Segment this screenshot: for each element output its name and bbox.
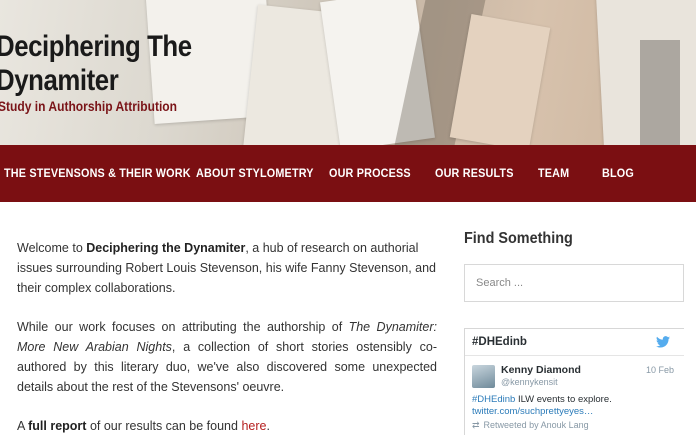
report-paragraph: A full report of our results can be foun… bbox=[17, 416, 437, 435]
report-text: A bbox=[17, 419, 29, 433]
nav-item-process[interactable]: OUR PROCESS bbox=[329, 166, 411, 180]
banner-shadow-2 bbox=[640, 40, 680, 145]
site-title[interactable]: Deciphering The Dynamiter bbox=[0, 30, 254, 98]
nav-item-team[interactable]: TEAM bbox=[538, 166, 569, 180]
tweet-url-link[interactable]: twitter.com/suchprettyeyes… bbox=[472, 406, 593, 417]
site-title-line1: Deciphering The bbox=[0, 30, 192, 63]
retweet-info: ⇄ Retweeted by Anouk Lang bbox=[472, 420, 589, 431]
tweet-text: #DHEdinb ILW events to explore. bbox=[472, 393, 677, 406]
nav-item-stevensons[interactable]: THE STEVENSONS & THEIR WORK bbox=[4, 166, 191, 180]
main-nav: THE STEVENSONS & THEIR WORK ABOUT STYLOM… bbox=[0, 145, 696, 202]
avatar[interactable] bbox=[472, 365, 495, 388]
focus-paragraph: While our work focuses on attributing th… bbox=[17, 317, 437, 397]
nav-item-results[interactable]: OUR RESULTS bbox=[435, 166, 514, 180]
tweet-author-handle[interactable]: @kennykensit bbox=[501, 377, 558, 387]
tweet-hashtag-link[interactable]: #DHEdinb bbox=[472, 394, 515, 405]
find-something-heading: Find Something bbox=[464, 230, 573, 247]
full-report-bold: full report bbox=[28, 419, 87, 433]
header-banner: Deciphering The Dynamiter Study in Autho… bbox=[0, 0, 696, 145]
site-tagline: Study in Authorship Attribution bbox=[0, 98, 178, 114]
site-name-bold: Deciphering the Dynamiter bbox=[86, 241, 246, 255]
report-end: . bbox=[266, 419, 270, 433]
retweet-icon: ⇄ bbox=[472, 420, 480, 430]
report-link[interactable]: here bbox=[241, 419, 266, 433]
twitter-bird-icon[interactable] bbox=[656, 336, 670, 348]
twitter-widget: #DHEdinb Kenny Diamond @kennykensit 10 F… bbox=[464, 328, 684, 435]
main-content: Welcome to Deciphering the Dynamiter, a … bbox=[17, 238, 437, 435]
tweet-author-name[interactable]: Kenny Diamond bbox=[501, 364, 581, 376]
retweeted-by-text: Retweeted by Anouk Lang bbox=[483, 420, 589, 430]
tweet-text-rest: ILW events to explore. bbox=[515, 394, 612, 405]
twitter-widget-header: #DHEdinb bbox=[465, 329, 684, 356]
intro-paragraph: Welcome to Deciphering the Dynamiter, a … bbox=[17, 238, 437, 298]
search-input[interactable] bbox=[464, 264, 684, 302]
nav-item-stylometry[interactable]: ABOUT STYLOMETRY bbox=[196, 166, 314, 180]
tweet[interactable]: Kenny Diamond @kennykensit 10 Feb #DHEdi… bbox=[465, 356, 684, 435]
report-mid: of our results can be found bbox=[86, 419, 242, 433]
focus-text: While our work focuses on attributing th… bbox=[17, 320, 349, 334]
site-title-line2: Dynamiter bbox=[0, 64, 119, 97]
tweet-date[interactable]: 10 Feb bbox=[646, 365, 674, 375]
sidebar: Find Something #DHEdinb Kenny Diamond @k… bbox=[464, 230, 696, 435]
intro-text: Welcome to bbox=[17, 241, 87, 255]
twitter-hashtag[interactable]: #DHEdinb bbox=[472, 336, 527, 348]
nav-item-blog[interactable]: BLOG bbox=[602, 166, 634, 180]
